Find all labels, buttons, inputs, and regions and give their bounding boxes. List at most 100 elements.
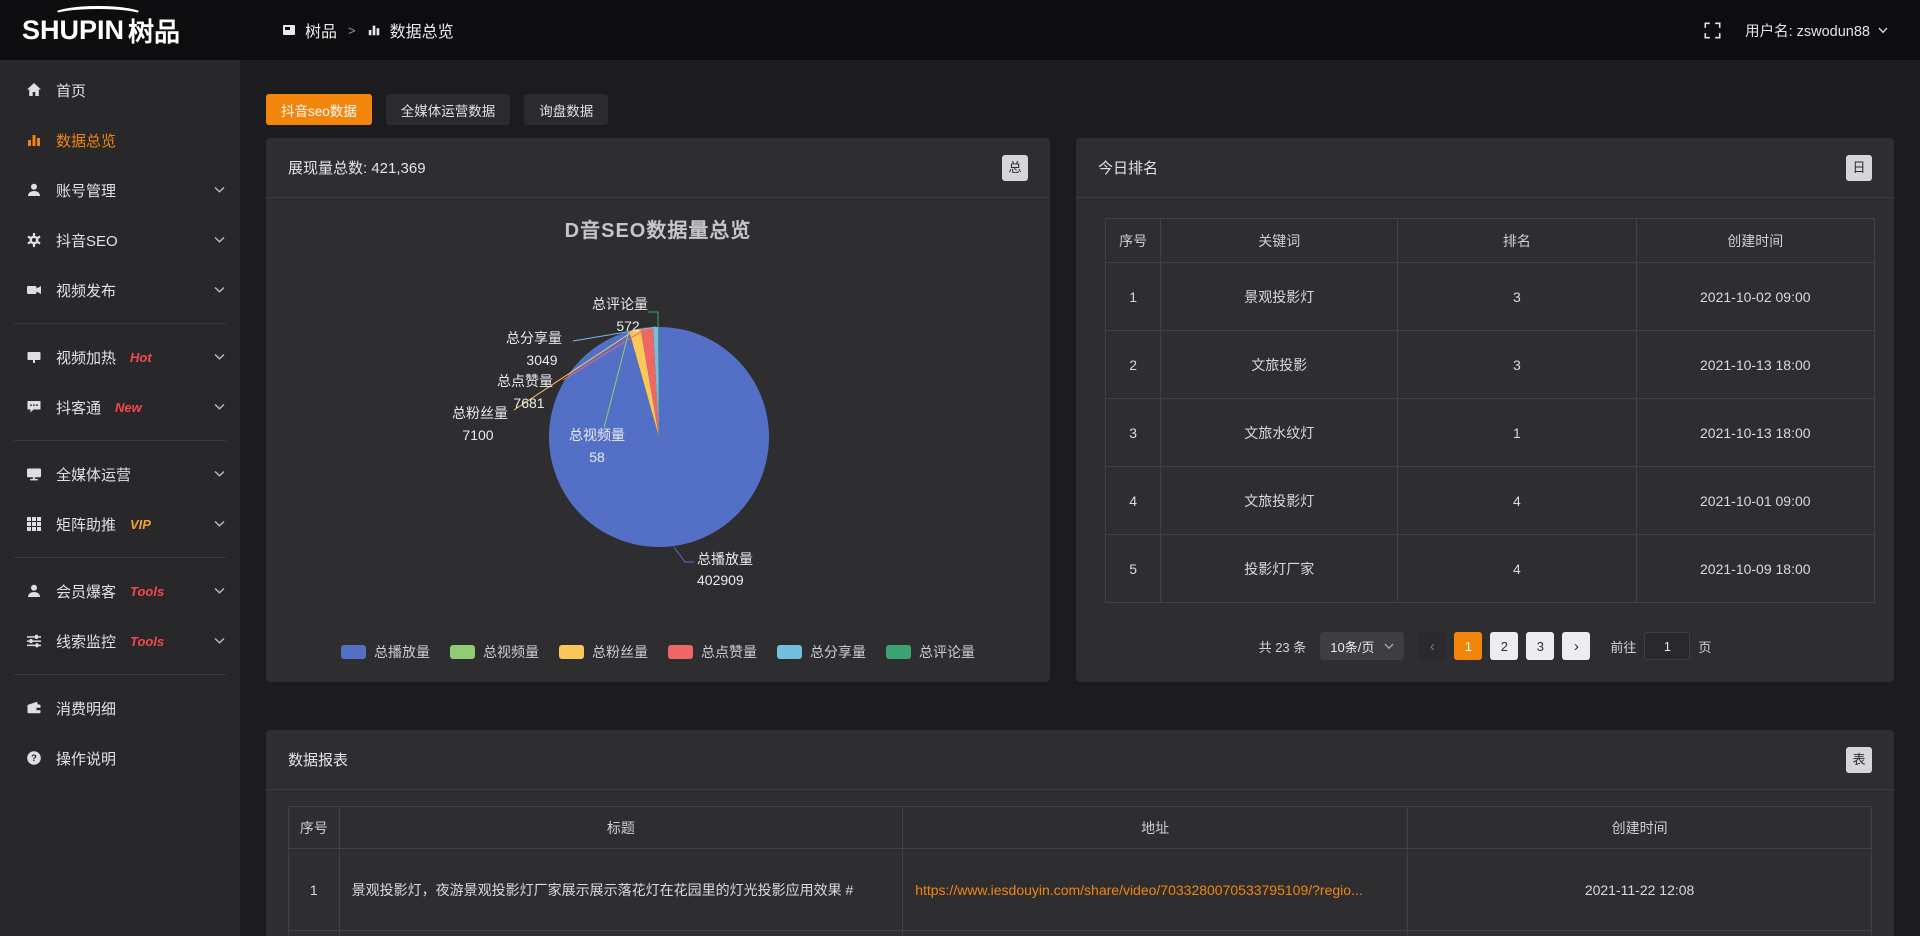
legend-label: 总视频量	[483, 642, 539, 662]
sidebar-item-data-overview[interactable]: 数据总览	[0, 115, 240, 165]
cell-keyword: 文旅投影	[1161, 331, 1398, 399]
sidebar-item-consumption-details[interactable]: 消费明细	[0, 683, 240, 733]
tab-inquiry-data[interactable]: 询盘数据	[524, 94, 608, 125]
legend-label: 总粉丝量	[592, 642, 648, 662]
sidebar-item-instructions[interactable]: ? 操作说明	[0, 733, 240, 783]
sidebar-item-doukuotong[interactable]: 抖客通 New	[0, 382, 240, 432]
vip-badge: VIP	[130, 517, 151, 532]
user-menu[interactable]: 用户名: zswodun88	[1745, 20, 1888, 41]
table-row: 3 文旅水纹灯 1 2021-10-13 18:00	[1106, 399, 1875, 467]
sidebar-nav: 首页 数据总览 账号管理 抖音SEO 视频发布 视频加热 Hot 抖客通 New…	[0, 60, 240, 936]
breadcrumb-doc-icon	[282, 23, 296, 37]
bar-chart-icon	[26, 132, 43, 148]
tools-badge: Tools	[130, 634, 164, 649]
sidebar-item-label: 全媒体运营	[56, 464, 131, 485]
total-toggle-button[interactable]: 总	[1002, 155, 1028, 181]
sidebar-item-matrix-boost[interactable]: 矩阵助推 VIP	[0, 499, 240, 549]
legend-item[interactable]: 总播放量	[341, 642, 430, 662]
cell-keyword: 文旅投影灯	[1161, 467, 1398, 535]
ranking-panel-title: 今日排名	[1098, 157, 1158, 178]
chevron-down-icon	[214, 287, 225, 294]
cell-keyword: 投影灯厂家	[1161, 535, 1398, 603]
cell-index: 2	[1106, 331, 1161, 399]
breadcrumb-item-home[interactable]: 树品	[305, 18, 337, 42]
sidebar-item-home[interactable]: 首页	[0, 65, 240, 115]
tab-douyin-seo-data[interactable]: 抖音seo数据	[266, 94, 372, 125]
sliders-icon	[26, 633, 43, 649]
sidebar-item-member-booster[interactable]: 会员爆客 Tools	[0, 566, 240, 616]
breadcrumb-item-current: 数据总览	[390, 18, 454, 42]
sidebar-item-label: 抖客通	[56, 397, 101, 418]
ranking-table: 序号 关键词 排名 创建时间 1 景观投影灯 3 2021-10-02 09:0…	[1105, 218, 1875, 603]
chart-legend: 总播放量 总视频量 总粉丝量总点赞量总分享量 总评论量	[266, 642, 1050, 662]
sidebar-item-lead-monitoring[interactable]: 线索监控 Tools	[0, 616, 240, 666]
svg-text:总粉丝量: 总粉丝量	[452, 405, 508, 421]
col-header-keyword: 关键词	[1161, 219, 1398, 263]
data-source-tabs: 抖音seo数据 全媒体运营数据 询盘数据	[266, 94, 608, 125]
page-button-2[interactable]: 2	[1490, 632, 1518, 660]
page-size-select[interactable]: 10条/页	[1320, 632, 1404, 660]
sidebar-item-douyin-seo[interactable]: 抖音SEO	[0, 215, 240, 265]
sidebar-item-account-management[interactable]: 账号管理	[0, 165, 240, 215]
col-header-index: 序号	[1106, 219, 1161, 263]
cell-created: 2021-10-13 18:00	[1636, 399, 1874, 467]
day-toggle-button[interactable]: 日	[1846, 155, 1872, 181]
sidebar-item-omnimedia-operation[interactable]: 全媒体运营	[0, 449, 240, 499]
report-panel-header: 数据报表 表	[266, 730, 1894, 790]
sidebar-divider	[14, 674, 226, 675]
legend-swatch	[777, 645, 802, 659]
legend-swatch	[886, 645, 911, 659]
legend-item[interactable]: 总粉丝量	[559, 642, 648, 662]
legend-item[interactable]: 总点赞量	[668, 642, 757, 662]
svg-text:总播放量: 总播放量	[697, 551, 753, 567]
fullscreen-icon[interactable]	[1704, 22, 1721, 39]
chevron-down-icon	[1878, 27, 1888, 34]
tab-omnimedia-data[interactable]: 全媒体运营数据	[386, 94, 511, 125]
legend-item[interactable]: 总视频量	[450, 642, 539, 662]
pagination: 共 23 条 10条/页 ‹ 1 2 3 › 前往 页	[1076, 632, 1894, 660]
ranking-panel-header: 今日排名 日	[1076, 138, 1894, 198]
video-camera-icon	[26, 282, 43, 298]
table-row: 2 文旅投影 3 2021-10-13 18:00	[1106, 331, 1875, 399]
legend-item[interactable]: 总分享量	[777, 642, 866, 662]
cell-index: 1	[1106, 263, 1161, 331]
next-page-button[interactable]: ›	[1562, 632, 1590, 660]
sidebar-item-video-heating[interactable]: 视频加热 Hot	[0, 332, 240, 382]
tools-badge: Tools	[130, 584, 164, 599]
legend-swatch	[668, 645, 693, 659]
svg-text:572: 572	[616, 318, 640, 334]
legend-swatch	[450, 645, 475, 659]
table-row: 1 景观投影灯 3 2021-10-02 09:00	[1106, 263, 1875, 331]
chat-bubble-icon	[26, 399, 43, 415]
svg-text:7681: 7681	[513, 395, 544, 411]
cell-rank: 3	[1398, 331, 1636, 399]
sidebar-divider	[14, 440, 226, 441]
table-row: 4 文旅投影灯 4 2021-10-01 09:00	[1106, 467, 1875, 535]
legend-item[interactable]: 总评论量	[886, 642, 975, 662]
sidebar-item-label: 视频发布	[56, 280, 116, 301]
svg-text:3049: 3049	[526, 352, 557, 368]
svg-text:402909: 402909	[697, 572, 744, 588]
cell-rank: 4	[1398, 467, 1636, 535]
table-toggle-button[interactable]: 表	[1846, 747, 1872, 773]
pagination-total: 共 23 条	[1259, 637, 1307, 656]
cell-index: 3	[1106, 399, 1161, 467]
chevron-down-icon	[214, 354, 225, 361]
page-button-1[interactable]: 1	[1454, 632, 1482, 660]
chevron-down-icon	[214, 471, 225, 478]
svg-text:总评论量: 总评论量	[592, 296, 648, 312]
sidebar-item-video-publish[interactable]: 视频发布	[0, 265, 240, 315]
sidebar-item-label: 首页	[56, 80, 86, 101]
report-panel: 数据报表 表 序号 标题 地址 创建时间 1 景观投影灯，夜游景观投影灯厂家展示…	[266, 730, 1894, 936]
cell-created: 2021-10-02 09:00	[1636, 263, 1874, 331]
goto-page-input[interactable]	[1644, 632, 1690, 660]
page-button-3[interactable]: 3	[1526, 632, 1554, 660]
prev-page-button[interactable]: ‹	[1418, 632, 1446, 660]
sidebar-item-label: 抖音SEO	[56, 230, 118, 251]
sidebar-item-label: 矩阵助推	[56, 514, 116, 535]
top-header-bar: SHUPIN 树品 树品 > 数据总览 用户名: zswodun88	[0, 0, 1920, 60]
sidebar-item-label: 线索监控	[56, 631, 116, 652]
legend-label: 总评论量	[919, 642, 975, 662]
question-circle-icon: ?	[26, 750, 43, 766]
video-link[interactable]: https://www.iesdouyin.com/share/video/70…	[915, 882, 1363, 898]
